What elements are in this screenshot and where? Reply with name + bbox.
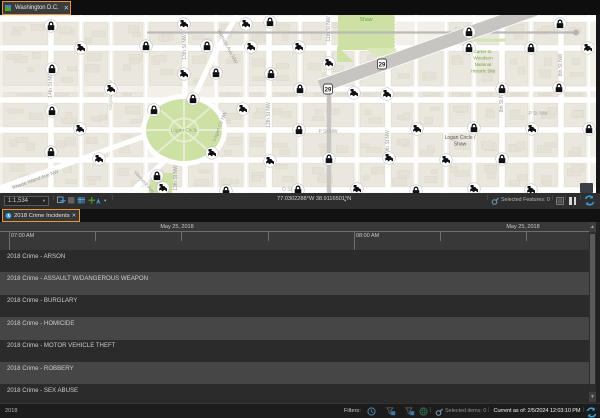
svg-text:P St NW: P St NW bbox=[318, 129, 337, 135]
svg-text:Logan Circle /: Logan Circle / bbox=[445, 135, 476, 141]
svg-text:13th St NW: 13th St NW bbox=[173, 165, 179, 191]
svg-text:12th St NW: 12th St NW bbox=[266, 102, 272, 128]
svg-text:11th St NW: 11th St NW bbox=[326, 16, 332, 41]
svg-text:14th St NW: 14th St NW bbox=[48, 72, 54, 98]
svg-text:P St NW: P St NW bbox=[528, 111, 547, 117]
svg-text:13th St NW: 13th St NW bbox=[182, 34, 188, 60]
svg-text:29: 29 bbox=[325, 87, 332, 93]
svg-text:Shaw: Shaw bbox=[454, 142, 467, 148]
svg-text:Historic Site: Historic Site bbox=[471, 69, 496, 74]
svg-text:Woodson: Woodson bbox=[473, 56, 493, 61]
svg-text:Carter G.: Carter G. bbox=[474, 49, 493, 54]
svg-text:National: National bbox=[475, 62, 492, 67]
svg-text:29: 29 bbox=[379, 62, 386, 68]
svg-text:8th St NW: 8th St NW bbox=[558, 53, 564, 76]
svg-text:Logan Circle: Logan Circle bbox=[171, 128, 198, 134]
svg-text:Shaw: Shaw bbox=[360, 17, 373, 23]
